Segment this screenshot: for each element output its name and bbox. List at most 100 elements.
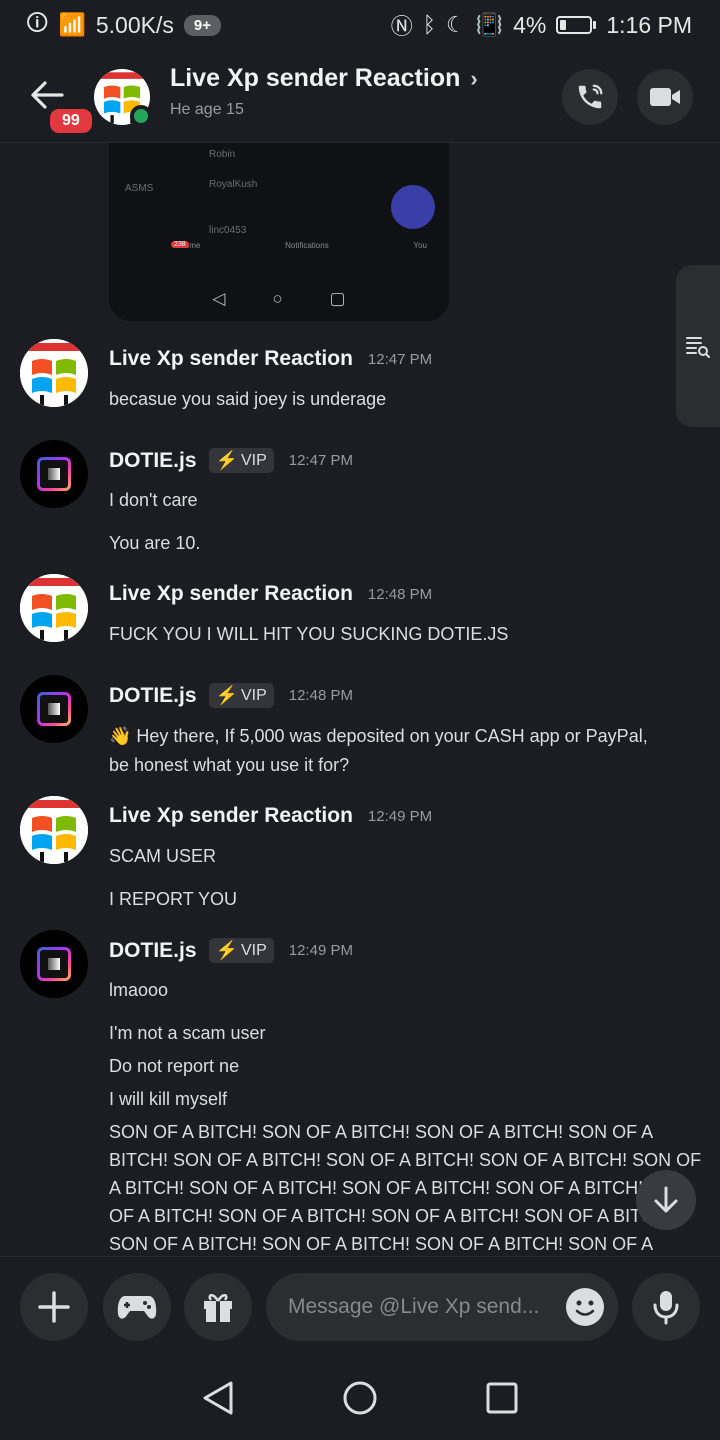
vip-badge[interactable]: ⚡ VIP — [208, 448, 274, 473]
message-text[interactable]: be honest what you use it for? — [109, 751, 709, 779]
activities-button[interactable] — [103, 1273, 171, 1341]
message-timestamp: 12:48 PM — [288, 687, 353, 704]
voice-call-button[interactable] — [562, 69, 618, 125]
avatar[interactable] — [20, 574, 88, 642]
add-friend-icon — [391, 185, 435, 229]
plus-icon — [38, 1291, 70, 1323]
vip-badge[interactable]: ⚡ VIP — [208, 683, 274, 708]
message-text[interactable]: FUCK YOU I WILL HIT YOU SUCKING DOTIE.JS — [109, 620, 709, 648]
lightning-bolt-icon: ⚡ — [215, 685, 238, 705]
message-text[interactable]: Do not report ne — [109, 1052, 709, 1080]
author-name[interactable]: Live Xp sender Reaction — [109, 582, 353, 606]
nav-recents-icon[interactable] — [485, 1381, 519, 1415]
video-call-button[interactable] — [637, 69, 693, 125]
message-text[interactable]: I will kill myself — [109, 1085, 709, 1113]
message-text[interactable]: 👋 Hey there, If 5,000 was deposited on y… — [109, 722, 709, 750]
message-header: Live Xp sender Reaction 12:47 PM — [109, 347, 432, 371]
message-text[interactable]: I'm not a scam user — [109, 1019, 709, 1047]
vip-label: VIP — [240, 941, 267, 959]
message-header: Live Xp sender Reaction 12:48 PM — [109, 582, 432, 606]
message-text[interactable]: SON OF A BITCH! SON OF A BITCH! SON OF A… — [109, 1230, 709, 1255]
vibrate-icon: 📳 — [475, 12, 504, 37]
attachment-text: linc0453 — [209, 225, 247, 236]
battery-icon — [556, 16, 597, 34]
home-circle-icon: ○ — [272, 289, 283, 308]
attachment-text: You — [413, 241, 427, 250]
nfc-icon: Ⓝ — [390, 14, 413, 39]
avatar[interactable] — [20, 440, 88, 508]
message-timestamp: 12:47 PM — [288, 452, 353, 469]
network-speed: 5.00K/s — [95, 11, 174, 38]
chat-header: 99 Live Xp sender Reaction › He age 15 — [0, 50, 720, 143]
avatar[interactable] — [20, 930, 88, 998]
unread-count-badge: 99 — [47, 106, 95, 136]
chat-title-text: Live Xp sender Reaction — [170, 64, 461, 92]
recents-square-icon: ▢ — [329, 289, 346, 308]
microphone-icon — [653, 1291, 679, 1325]
wifi-icon: 📶 — [58, 12, 86, 37]
gift-icon — [204, 1294, 232, 1322]
add-attachment-button[interactable] — [20, 1273, 88, 1341]
avatar[interactable] — [20, 796, 88, 864]
lightning-bolt-icon: ⚡ — [215, 450, 238, 470]
message-timestamp: 12:48 PM — [367, 585, 433, 603]
system-navigation-bar — [0, 1356, 720, 1440]
author-name[interactable]: DOTIE.js — [109, 684, 197, 708]
gamepad-icon — [117, 1296, 157, 1319]
message-header: DOTIE.js ⚡ VIP 12:49 PM — [109, 938, 353, 963]
arrow-down-icon — [654, 1186, 678, 1213]
smiley-face-icon — [575, 1300, 595, 1316]
image-attachment[interactable]: Robin ASMS RoyalKush linc0453 Home Notif… — [109, 143, 449, 321]
author-name[interactable]: DOTIE.js — [109, 939, 197, 963]
notification-count-badge: 9+ — [183, 14, 221, 36]
message-header: DOTIE.js ⚡ VIP 12:48 PM — [109, 683, 353, 708]
nav-back-icon[interactable] — [201, 1380, 235, 1416]
attachment-text: Notifications — [285, 241, 329, 250]
message-text[interactable]: SCAM USER — [109, 842, 709, 870]
message-text[interactable]: BITCH! SON OF A BITCH! SON OF A BITCH! S… — [109, 1146, 709, 1174]
attachment-text: Robin — [209, 149, 236, 160]
chat-title[interactable]: Live Xp sender Reaction › — [170, 64, 478, 93]
message-timestamp: 12:49 PM — [367, 807, 433, 825]
search-list-icon — [686, 337, 710, 358]
message-text[interactable]: becasue you said joey is underage — [109, 385, 709, 413]
back-triangle-icon: ◁ — [212, 289, 226, 308]
vip-badge[interactable]: ⚡ VIP — [208, 938, 274, 963]
message-list[interactable]: Robin ASMS RoyalKush linc0453 Home Notif… — [0, 143, 720, 1255]
voice-message-button[interactable] — [632, 1273, 700, 1341]
chat-subtitle: He age 15 — [170, 101, 244, 118]
author-name[interactable]: Live Xp sender Reaction — [109, 347, 353, 371]
message-composer — [0, 1256, 720, 1356]
scroll-to-bottom-button[interactable] — [636, 1170, 696, 1230]
message-header: Live Xp sender Reaction 12:49 PM — [109, 804, 432, 828]
battery-percent: 4% — [513, 11, 547, 38]
message-text[interactable]: I don't care — [109, 486, 709, 514]
attachment-text: RoyalKush — [209, 179, 258, 190]
emoji-button[interactable] — [566, 1288, 604, 1326]
do-not-disturb-icon: ☾ — [445, 12, 466, 37]
avatar[interactable] — [20, 675, 88, 743]
message-text[interactable]: I REPORT YOU — [109, 885, 709, 913]
message-text[interactable]: A BITCH! SON OF A BITCH! SON OF A BITCH!… — [109, 1174, 709, 1202]
nav-home-icon[interactable] — [342, 1380, 378, 1416]
notification-icon: 🛈 — [26, 10, 49, 35]
clock: 1:16 PM — [606, 11, 692, 38]
message-input[interactable] — [288, 1295, 548, 1319]
message-timestamp: 12:47 PM — [367, 350, 433, 368]
avatar[interactable] — [20, 339, 88, 407]
author-name[interactable]: Live Xp sender Reaction — [109, 804, 353, 828]
message-input-container[interactable] — [266, 1273, 618, 1341]
author-name[interactable]: DOTIE.js — [109, 449, 197, 473]
chevron-right-icon: › — [470, 65, 478, 91]
bluetooth-icon: ᛒ — [422, 12, 436, 37]
message-text[interactable]: OF A BITCH! SON OF A BITCH! SON OF A BIT… — [109, 1202, 709, 1230]
gift-button[interactable] — [184, 1273, 252, 1341]
message-text[interactable]: You are 10. — [109, 529, 709, 557]
message-text[interactable]: lmaooo — [109, 976, 709, 1004]
vip-label: VIP — [240, 451, 267, 469]
message-text[interactable]: SON OF A BITCH! SON OF A BITCH! SON OF A… — [109, 1118, 709, 1146]
attachment-navbar: ◁ ○ ▢ — [109, 289, 449, 309]
attachment-badge: 238 — [171, 241, 189, 248]
attachment-text: ASMS — [125, 183, 154, 194]
search-panel-tab[interactable] — [676, 265, 720, 427]
